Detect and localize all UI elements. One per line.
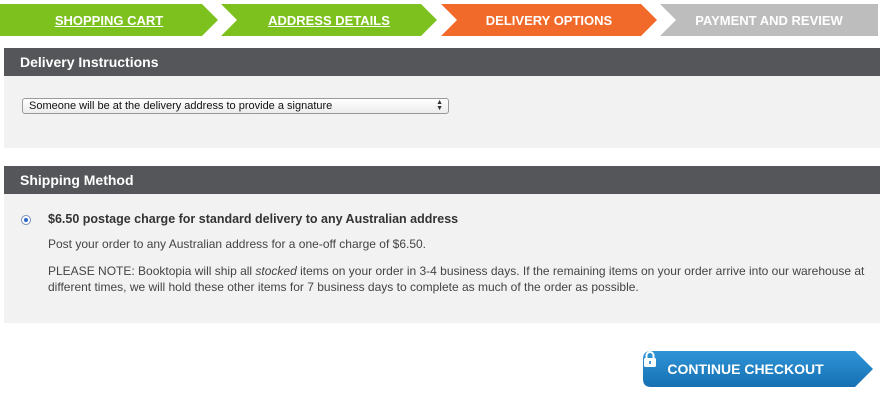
continue-checkout-button[interactable]: CONTINUE CHECKOUT (643, 351, 874, 387)
shipping-note: PLEASE NOTE: Booktopia will ship all sto… (48, 263, 868, 295)
step-label: DELIVERY OPTIONS (485, 12, 613, 28)
delivery-instructions-title: Delivery Instructions (4, 48, 880, 76)
select-arrows-icon: ▲ ▼ (436, 99, 443, 112)
button-content: CONTINUE CHECKOUT (643, 351, 848, 387)
shipping-method-title: Shipping Method (4, 166, 880, 194)
delivery-instructions-panel: Delivery Instructions Someone will be at… (4, 48, 880, 148)
select-value: Someone will be at the delivery address … (29, 100, 333, 112)
continue-checkout-label: CONTINUE CHECKOUT (667, 361, 824, 377)
note-prefix: PLEASE NOTE: Booktopia will ship all (48, 264, 256, 278)
note-emphasis: stocked (255, 264, 297, 278)
lock-icon (644, 351, 656, 367)
step-address-details[interactable]: ADDRESS DETAILS (221, 4, 437, 36)
shipping-option-radio[interactable] (21, 215, 31, 225)
step-shopping-cart[interactable]: SHOPPING CART (0, 4, 218, 36)
shipping-option-description: Post your order to any Australian addres… (48, 237, 427, 251)
step-label[interactable]: ADDRESS DETAILS (268, 13, 390, 28)
shipping-method-panel: Shipping Method $6.50 postage charge for… (4, 166, 880, 323)
step-payment-review: PAYMENT AND REVIEW (660, 4, 878, 36)
checkout-progress: SHOPPING CART ADDRESS DETAILS DELIVERY O… (0, 4, 894, 36)
shipping-option-title: $6.50 postage charge for standard delive… (48, 212, 459, 226)
radio-selected-dot (24, 218, 28, 222)
step-label: PAYMENT AND REVIEW (695, 12, 843, 28)
step-label[interactable]: SHOPPING CART (55, 13, 163, 28)
delivery-instructions-select[interactable]: Someone will be at the delivery address … (22, 98, 449, 114)
step-delivery-options: DELIVERY OPTIONS (441, 4, 657, 36)
